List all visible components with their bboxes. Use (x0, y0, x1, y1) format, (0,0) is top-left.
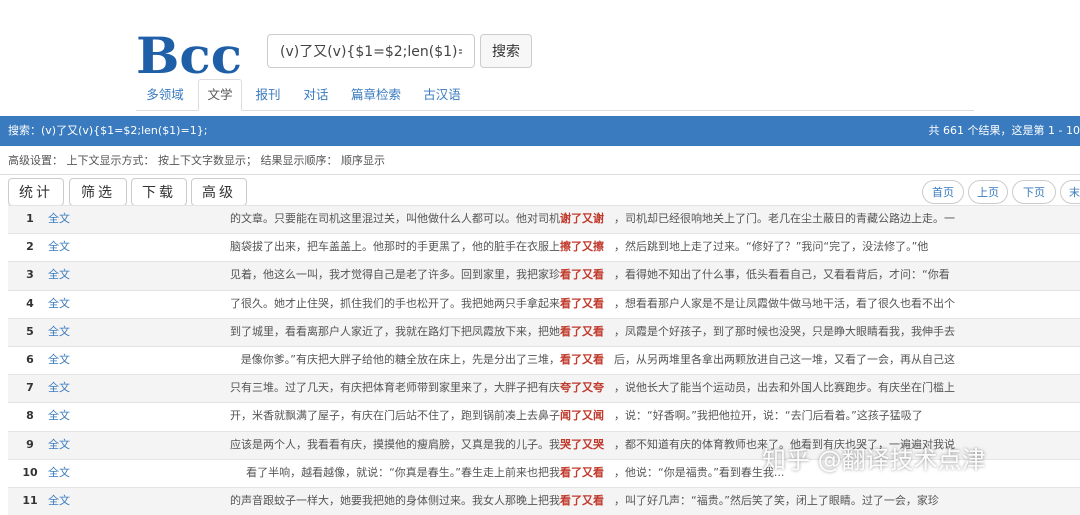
right-context: ，然后跳到地上走了过来。“修好了？”我问“完了，没法修了。”他 (614, 240, 929, 254)
left-context: 只有三堆。过了几天，有庆把体育老师带到家里来了，大胖子把有庆 (230, 381, 560, 395)
result-row: 1 全文 的文章。只要能在司机这里混过关，叫他做什么人都可以。他对司机 谢了又谢… (8, 205, 1080, 234)
right-context: ，看得她不知出了什么事，低头看看自己，又看看背后，才问：“你看 (614, 268, 950, 282)
full-text-link[interactable]: 全文 (48, 234, 70, 260)
tab-dialogue[interactable]: 对话 (294, 80, 338, 109)
result-row: 11 全文 的声音跟蚊子一样大，她要我把她的身体侧过来。我女人那晚上把我 看了又… (8, 486, 1080, 515)
last-page-button[interactable]: 末 (1060, 180, 1080, 204)
left-context: 见着，他这么一叫，我才觉得自己是老了许多。回到家里，我把家珍 (230, 268, 560, 282)
right-context: ，叫了好几声：“福贵。”然后笑了笑，闭上了眼睛。过了一会，家珍 (614, 493, 939, 507)
tab-newspaper[interactable]: 报刊 (246, 80, 290, 109)
result-bar: 搜索：(v)了又(v){$1=$2;len($1)=1}; 共 661 个结果，… (0, 116, 1080, 146)
result-row: 5 全文 到了城里，看看离那户人家近了，我就在路灯下把凤霞放下来，把她 看了又看… (8, 317, 1080, 346)
right-context: ，司机却已经很响地关上了门。老几在尘土蔽日的青藏公路边上走。一 (614, 212, 955, 225)
keyword-match: 谢了又谢 (560, 212, 604, 225)
first-page-button[interactable]: 首页 (922, 180, 964, 204)
keyword-match: 看了又看 (560, 493, 604, 507)
full-text-link[interactable]: 全文 (48, 488, 70, 514)
full-text-link[interactable]: 全文 (48, 460, 70, 486)
full-text-link[interactable]: 全文 (48, 432, 70, 458)
result-row: 2 全文 脑袋拔了出来，把车盖盖上。他那时的手更黑了，他的脏手在衣服上 擦了又擦… (8, 233, 1080, 261)
full-text-link[interactable]: 全文 (48, 403, 70, 429)
left-context: 了很久。她才止住哭，抓住我们的手也松开了。我把她两只手拿起来 (230, 296, 560, 310)
result-count: 共 661 个结果，这是第 1 - 10 (928, 124, 1080, 137)
keyword-match: 看了又看 (560, 324, 604, 338)
row-number: 8 (26, 409, 34, 423)
full-text-link[interactable]: 全文 (48, 375, 70, 401)
row-number: 3 (26, 268, 34, 282)
keyword-match: 看了又看 (560, 296, 604, 310)
divider (0, 174, 1080, 175)
row-number: 2 (26, 240, 34, 254)
right-context: ，凤霞是个好孩子，到了那时候也没哭，只是睁大眼睛看我，我伸手去 (614, 324, 955, 338)
next-page-button[interactable]: 下页 (1012, 180, 1056, 204)
keyword-match: 哭了又哭 (560, 437, 604, 451)
stats-button[interactable]: 统计 (8, 178, 64, 206)
left-context: 看了半响，越看越像，就说：“你真是春生。”春生走上前来也把我 (246, 465, 560, 479)
row-number: 5 (26, 324, 34, 338)
result-row: 4 全文 了很久。她才止住哭，抓住我们的手也松开了。我把她两只手拿起来 看了又看… (8, 289, 1080, 318)
keyword-match: 看了又看 (560, 352, 604, 366)
row-number: 4 (26, 296, 34, 310)
full-text-link[interactable]: 全文 (48, 262, 70, 288)
result-row: 6 全文 是像你爹。”有庆把大胖子给他的糖全放在床上，先是分出了三堆， 看了又看… (8, 345, 1080, 374)
tab-literature[interactable]: 文学 (198, 79, 242, 111)
keyword-match: 擦了又擦 (560, 240, 604, 254)
result-row: 8 全文 开，米香就飘满了屋子，有庆在门后站不住了，跑到锅前凑上去鼻子 闻了又闻… (8, 402, 1080, 430)
keyword-match: 闻了又闻 (560, 409, 604, 423)
advanced-settings-text: 高级设置： 上下文显示方式： 按上下文字数显示； 结果显示顺序： 顺序显示 (8, 154, 385, 167)
download-button[interactable]: 下载 (131, 178, 187, 206)
zhihu-watermark: 知乎 @翻译技术点津 (762, 446, 986, 474)
right-context: ，说他长大了能当个运动员，出去和外国人比赛跑步。有庆坐在门槛上 (614, 381, 955, 395)
keyword-match: 看了又看 (560, 465, 604, 479)
right-context: 后，从另两堆里各拿出两颗放进自己这一堆，又看了一会，再从自己这 (614, 352, 955, 366)
bcc-logo[interactable]: Bcc (136, 30, 244, 78)
row-number: 9 (26, 437, 34, 451)
tab-classical-chinese[interactable]: 古汉语 (418, 80, 466, 109)
query-summary: 搜索：(v)了又(v){$1=$2;len($1)=1}; (8, 124, 208, 137)
row-number: 6 (26, 352, 34, 366)
right-context: ，他说：“你是福贵。”看到春生我... (614, 465, 785, 479)
full-text-link[interactable]: 全文 (48, 347, 70, 373)
right-context: ，说：“好香啊。”我把他拉开，说：“去门后看着。”这孩子猛吸了 (614, 409, 923, 423)
row-number: 7 (26, 381, 34, 395)
tab-multi-domain[interactable]: 多领域 (136, 80, 194, 109)
keyword-match: 看了又看 (560, 268, 604, 282)
left-context: 到了城里，看看离那户人家近了，我就在路灯下把凤霞放下来，把她 (230, 324, 560, 338)
keyword-match: 夸了又夸 (560, 381, 604, 395)
left-context: 的声音跟蚊子一样大，她要我把她的身体侧过来。我女人那晚上把我 (230, 493, 560, 507)
left-context: 应该是两个人，我看看有庆，摸摸他的瘦肩膀，又真是我的儿子。我 (230, 437, 560, 451)
left-context: 开，米香就飘满了屋子，有庆在门后站不住了，跑到锅前凑上去鼻子 (230, 409, 560, 423)
filter-button[interactable]: 筛选 (69, 178, 127, 206)
full-text-link[interactable]: 全文 (48, 206, 70, 232)
row-number: 10 (22, 465, 38, 479)
left-context: 是像你爹。”有庆把大胖子给他的糖全放在床上，先是分出了三堆， (240, 352, 560, 366)
left-context: 脑袋拔了出来，把车盖盖上。他那时的手更黑了，他的脏手在衣服上 (230, 240, 560, 254)
corpus-tabs: 多领域 文学 报刊 对话 篇章检索 古汉语 (136, 79, 974, 111)
search-button[interactable]: 搜索 (480, 34, 532, 68)
full-text-link[interactable]: 全文 (48, 319, 70, 345)
result-row: 3 全文 见着，他这么一叫，我才觉得自己是老了许多。回到家里，我把家珍 看了又看… (8, 261, 1080, 290)
logo-text: Bcc (136, 30, 242, 78)
row-number: 11 (22, 493, 38, 507)
result-row: 7 全文 只有三堆。过了几天，有庆把体育老师带到家里来了，大胖子把有庆 夸了又夸… (8, 374, 1080, 403)
search-input[interactable] (267, 34, 475, 68)
prev-page-button[interactable]: 上页 (968, 180, 1008, 204)
tab-discourse-search[interactable]: 篇章检索 (346, 80, 406, 109)
full-text-link[interactable]: 全文 (48, 291, 70, 317)
left-context: 的文章。只要能在司机这里混过关，叫他做什么人都可以。他对司机 (230, 212, 560, 225)
advanced-button[interactable]: 高级 (191, 178, 247, 206)
row-number: 1 (26, 212, 34, 225)
right-context: ，想看看那户人家是不是让凤霞做牛做马地干活，看了很久也看不出个 (614, 296, 955, 310)
